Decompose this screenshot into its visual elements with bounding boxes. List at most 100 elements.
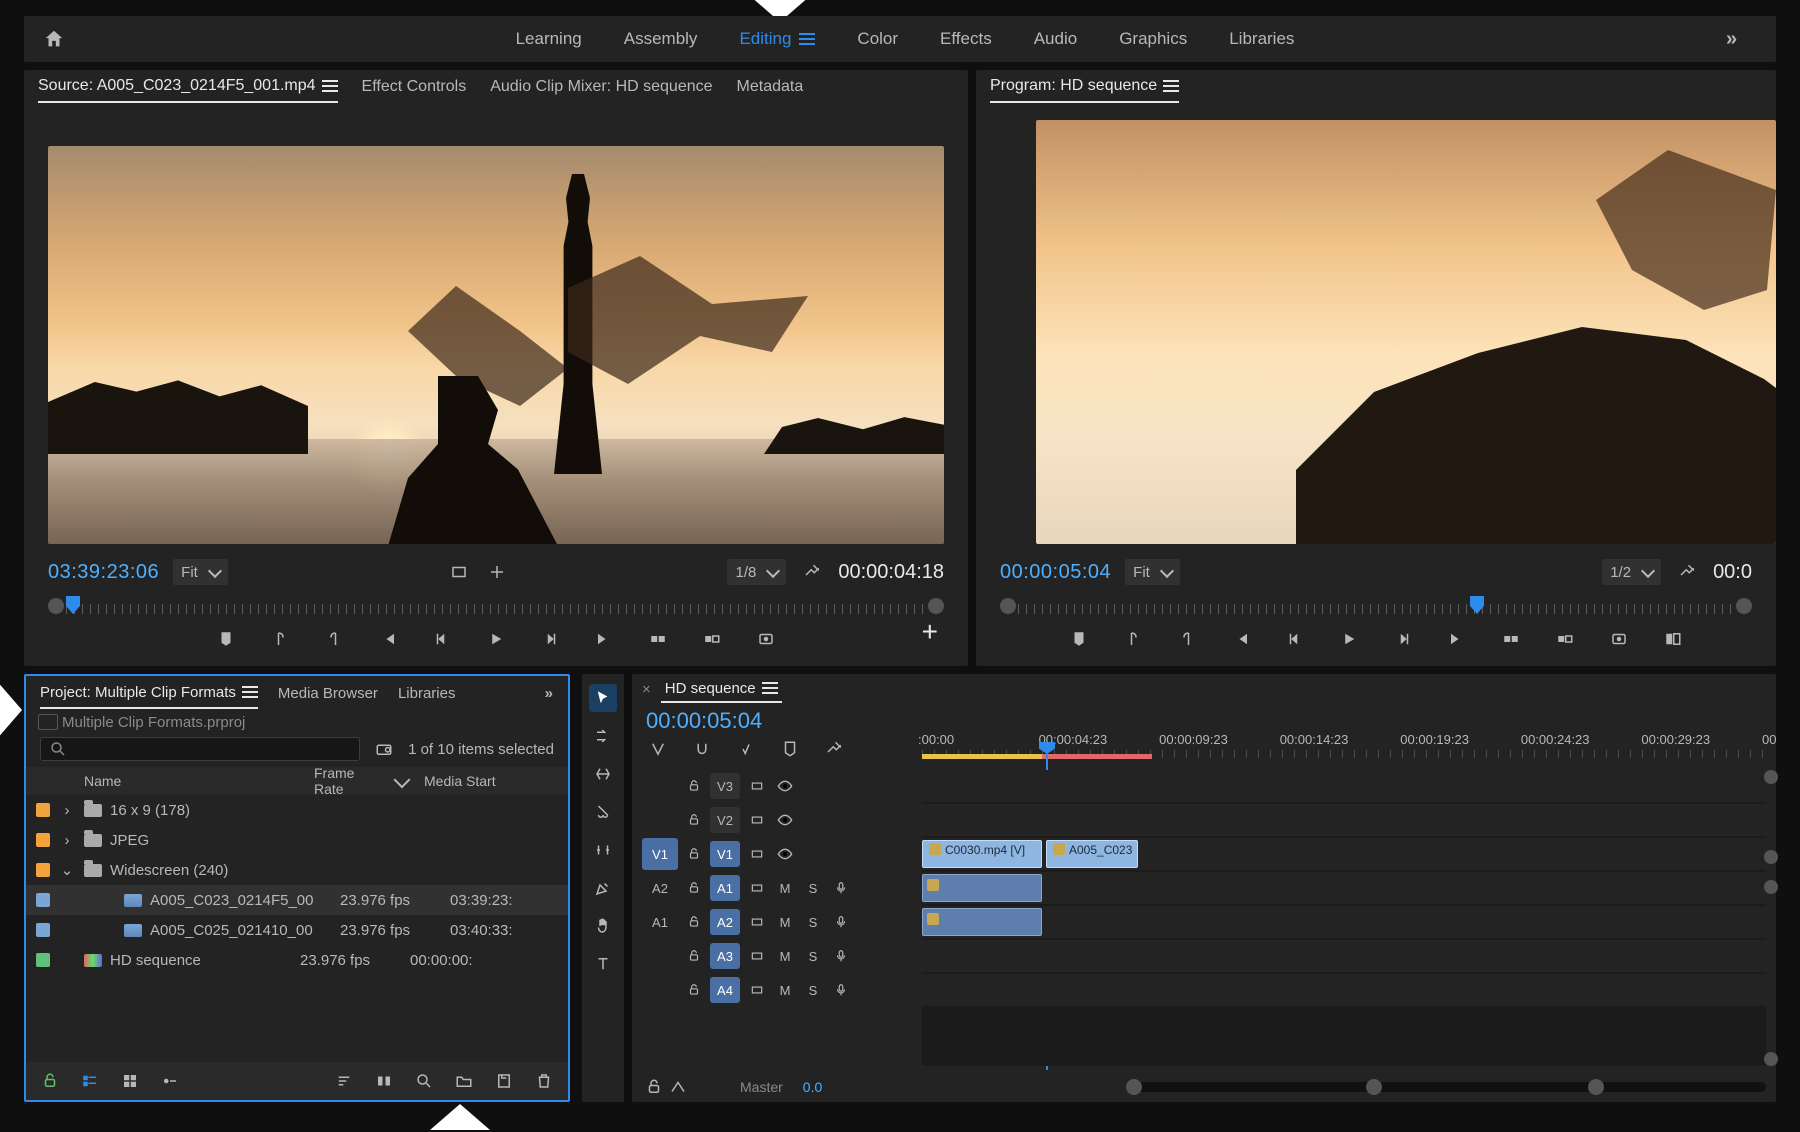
home-button[interactable] [24,28,84,50]
program-tab-menu-icon[interactable] [1163,80,1179,92]
source-tab-menu-icon[interactable] [322,80,338,92]
sync-lock-icon[interactable] [746,847,768,861]
toggle-track-output-icon[interactable] [774,812,796,828]
program-viewer[interactable] [1036,120,1776,544]
source-settings-icon[interactable] [800,560,824,584]
track-target-a2[interactable]: A2 [710,909,740,935]
new-item-icon[interactable] [492,1069,516,1093]
workspace-editing[interactable]: Editing [739,29,815,49]
insert-icon[interactable] [646,627,670,651]
timeline-tab-menu-icon[interactable] [762,682,778,694]
solo-button[interactable]: S [802,983,824,998]
project-writable-icon[interactable] [38,1069,62,1093]
toggle-track-output-icon[interactable] [774,846,796,862]
mute-button[interactable]: M [774,881,796,896]
sync-lock-icon[interactable] [746,949,768,963]
program-scrub-end-dot[interactable] [1736,598,1752,614]
project-tab-menu-icon[interactable] [242,686,258,698]
track-lock-icon[interactable] [684,847,704,861]
project-row[interactable]: A005_C025_021410_0023.976 fps03:40:33: [26,915,568,945]
track-target-a3[interactable]: A3 [710,943,740,969]
pen-tool[interactable] [589,874,617,902]
p-mark-in-icon[interactable] [1121,627,1145,651]
disclosure-triangle-icon[interactable]: › [58,802,76,819]
mute-button[interactable]: M [774,983,796,998]
export-frame-icon[interactable] [754,627,778,651]
list-view-icon[interactable] [78,1069,102,1093]
p-go-to-in-icon[interactable] [1229,627,1253,651]
workspace-audio[interactable]: Audio [1034,29,1077,49]
lane-a4[interactable] [922,974,1766,1006]
p-step-back-icon[interactable] [1283,627,1307,651]
workspace-libraries[interactable]: Libraries [1229,29,1294,49]
sync-lock-icon[interactable] [746,881,768,895]
workspace-overflow-button[interactable]: » [1726,28,1776,51]
workspace-effects[interactable]: Effects [940,29,992,49]
lane-a3[interactable] [922,940,1766,972]
col-media-start[interactable]: Media Start [416,773,568,789]
source-viewer[interactable] [48,146,944,544]
program-resolution-dropdown[interactable]: 1/2 [1602,559,1661,585]
p-extract-icon[interactable] [1553,627,1577,651]
program-timecode-out[interactable]: 00:0 [1713,561,1752,584]
vscroll-handle-mid2[interactable] [1764,880,1778,894]
p-mark-out-icon[interactable] [1175,627,1199,651]
solo-button[interactable]: S [802,949,824,964]
markers-icon[interactable] [778,737,802,761]
go-to-out-icon[interactable] [592,627,616,651]
freeform-view-icon[interactable] [158,1069,182,1093]
timeline-timecode[interactable]: 00:00:05:04 [632,708,1776,734]
mark-in-icon[interactable] [268,627,292,651]
vscroll-handle-mid1[interactable] [1764,850,1778,864]
clip-a2-1[interactable] [922,908,1042,936]
track-lock-icon[interactable] [684,949,704,963]
selection-tool[interactable] [589,684,617,712]
lane-v3[interactable] [922,770,1766,802]
source-tab-audio-mixer[interactable]: Audio Clip Mixer: HD sequence [490,72,712,102]
clip-v1-2[interactable]: A005_C023 [1046,840,1138,868]
workspace-color[interactable]: Color [857,29,898,49]
program-settings-icon[interactable] [1675,560,1699,584]
toggle-track-output-icon[interactable] [774,778,796,794]
icon-view-icon[interactable] [118,1069,142,1093]
source-patch-v1[interactable]: V1 [642,838,678,870]
overwrite-icon[interactable] [700,627,724,651]
source-tab-effect-controls[interactable]: Effect Controls [362,72,467,102]
program-zoom-dropdown[interactable]: Fit [1125,559,1180,585]
source-timecode-out[interactable]: 00:00:04:18 [838,561,944,584]
track-target-a4[interactable]: A4 [710,977,740,1003]
add-marker-icon[interactable] [214,627,238,651]
source-timecode-in[interactable]: 03:39:23:06 [48,561,159,584]
source-zoom-dropdown[interactable]: Fit [173,559,228,585]
p-lift-icon[interactable] [1499,627,1523,651]
workspace-graphics[interactable]: Graphics [1119,29,1187,49]
program-scrub-bar[interactable] [1000,596,1752,618]
auto-match-seq-icon[interactable] [372,1069,396,1093]
source-drag-video-icon[interactable] [485,560,509,584]
sync-lock-icon[interactable] [746,813,768,827]
sync-lock-icon[interactable] [746,983,768,997]
timeline-tab-close-icon[interactable]: × [642,681,651,698]
track-lock-icon[interactable] [684,813,704,827]
voiceover-icon[interactable] [830,881,852,895]
lane-v2[interactable] [922,804,1766,836]
col-name[interactable]: Name [26,773,306,789]
track-lock-icon[interactable] [684,779,704,793]
lane-a1[interactable] [922,872,1766,904]
source-patch-a1[interactable]: A1 [642,906,678,938]
clear-icon[interactable] [532,1069,556,1093]
nest-toggle-icon[interactable] [646,737,670,761]
step-back-icon[interactable] [430,627,454,651]
hand-tool[interactable] [589,912,617,940]
project-row[interactable]: ›JPEG [26,825,568,855]
workspace-editing-menu-icon[interactable] [799,33,815,45]
sync-lock-icon[interactable] [746,915,768,929]
step-fwd-icon[interactable] [538,627,562,651]
project-row[interactable]: ⌄Widescreen (240) [26,855,568,885]
solo-button[interactable]: S [802,881,824,896]
razor-tool[interactable] [589,798,617,826]
track-target-v3[interactable]: V3 [710,773,740,799]
zoom-handle-right[interactable] [1366,1079,1382,1095]
master-lock-icon[interactable] [642,1075,666,1099]
workspace-assembly[interactable]: Assembly [624,29,698,49]
